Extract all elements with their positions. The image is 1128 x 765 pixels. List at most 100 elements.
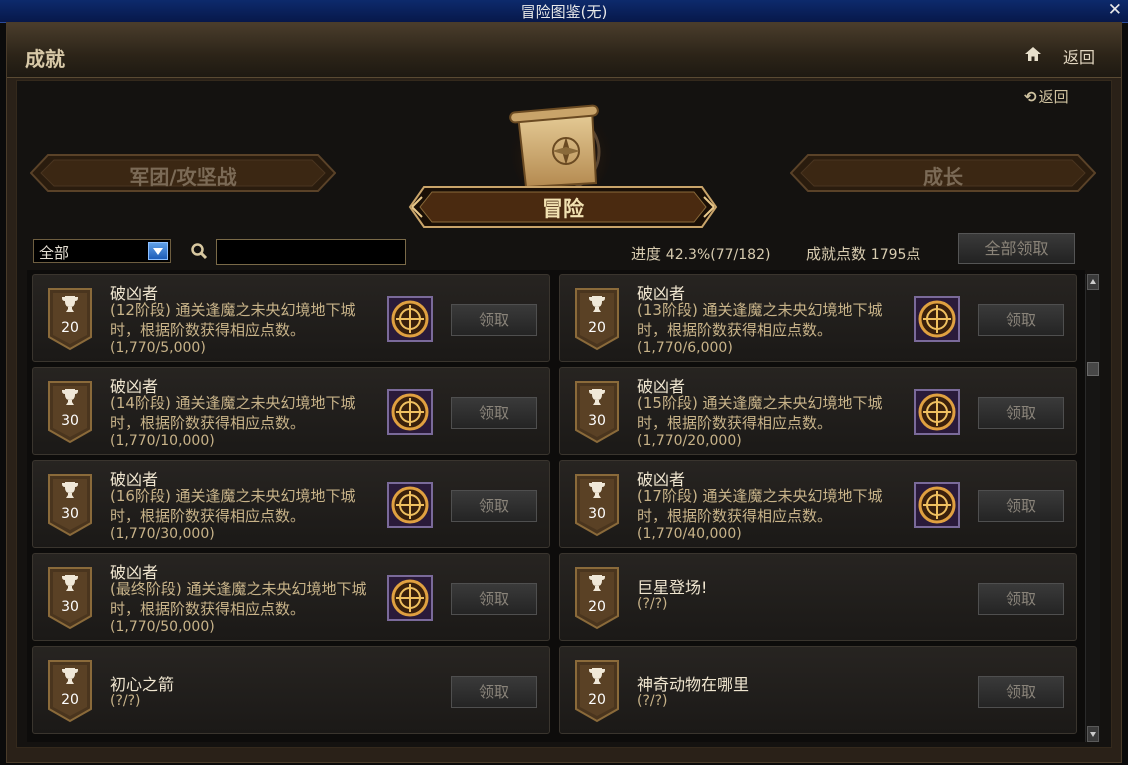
achievement-description: (16阶段) 通关逢魔之未央幻境地下城时，根据阶数获得相应点数。: [110, 487, 356, 525]
reward-emblem-icon[interactable]: [387, 575, 433, 621]
reward-emblem-icon[interactable]: [914, 296, 960, 342]
points-value: 1795点: [870, 247, 921, 263]
points-badge: 30: [574, 473, 620, 537]
trophy-icon: [589, 296, 605, 312]
achievement-name: 初心之箭: [110, 675, 175, 694]
scroll-down-icon[interactable]: [1087, 726, 1099, 742]
window-titlebar: 冒险图鉴(无) ✕: [0, 0, 1128, 23]
claim-button[interactable]: 领取: [451, 676, 537, 708]
home-icon[interactable]: [1025, 47, 1041, 61]
points-badge: 20: [47, 287, 93, 351]
points-badge: 20: [574, 287, 620, 351]
achievement-description: (最终阶段) 通关逢魔之未央幻境地下城时，根据阶数获得相应点数。: [110, 580, 367, 618]
search-icon[interactable]: [190, 242, 208, 260]
trophy-icon: [589, 575, 605, 591]
trophy-icon: [62, 296, 78, 312]
points-value: 20: [588, 320, 606, 336]
trophy-icon: [62, 575, 78, 591]
points-badge: 20: [574, 659, 620, 723]
page-title: 成就: [25, 47, 65, 71]
scroll-thumb[interactable]: [1087, 362, 1099, 376]
trophy-icon: [589, 482, 605, 498]
claim-button[interactable]: 领取: [978, 397, 1064, 429]
points-value: 20: [61, 320, 79, 336]
trophy-icon: [589, 668, 605, 684]
reward-emblem-icon[interactable]: [914, 389, 960, 435]
claim-button[interactable]: 领取: [978, 490, 1064, 522]
claim-button[interactable]: 领取: [451, 490, 537, 522]
achievement-name: 巨星登场!: [637, 578, 708, 597]
achievement-progress: (1,770/6,000): [637, 340, 733, 356]
category-dropdown-value: 全部: [39, 244, 70, 262]
tab-label: 军团/攻坚战: [129, 165, 237, 189]
tab-label: 冒险: [542, 196, 584, 221]
points-badge: 20: [574, 566, 620, 630]
achievement-progress: (1,770/50,000): [110, 619, 215, 635]
points-value: 20: [588, 599, 606, 615]
tab-adventure[interactable]: 冒险: [408, 185, 718, 229]
claim-button[interactable]: 领取: [978, 676, 1064, 708]
points-value: 20: [588, 692, 606, 708]
achievement-description: (15阶段) 通关逢魔之未央幻境地下城时，根据阶数获得相应点数。: [637, 394, 883, 432]
points-badge: 20: [47, 659, 93, 723]
header-back-button[interactable]: 返回: [1063, 44, 1095, 68]
claim-button[interactable]: 领取: [451, 397, 537, 429]
reward-emblem-icon[interactable]: [387, 296, 433, 342]
claim-button[interactable]: 领取: [451, 583, 537, 615]
achievement-card: 30 破凶者 (14阶段) 通关逢魔之未央幻境地下城时，根据阶数获得相应点数。 …: [32, 367, 550, 455]
claim-all-button[interactable]: 全部领取: [958, 233, 1075, 264]
points-value: 30: [61, 599, 79, 615]
tab-label: 成长: [923, 165, 963, 189]
achievement-progress: (1,770/10,000): [110, 433, 215, 449]
achievement-progress: (1,770/20,000): [637, 433, 742, 449]
back-arrow-icon: ⟲: [1024, 88, 1037, 106]
points-value: 30: [588, 413, 606, 429]
points-badge: 30: [574, 380, 620, 444]
achievement-progress: (?/?): [637, 693, 668, 709]
achievement-card: 20 巨星登场! (?/?) 领取: [559, 553, 1077, 641]
tab-growth[interactable]: 成长: [790, 154, 1096, 192]
claim-button[interactable]: 领取: [451, 304, 537, 336]
list-scrollbar[interactable]: [1085, 274, 1100, 742]
claim-button[interactable]: 领取: [978, 583, 1064, 615]
points-badge: 30: [47, 566, 93, 630]
reward-emblem-icon[interactable]: [387, 482, 433, 528]
achievement-list: 20 破凶者 (12阶段) 通关逢魔之未央幻境地下城时，根据阶数获得相应点数。 …: [27, 270, 1085, 742]
achievement-card: 20 破凶者 (12阶段) 通关逢魔之未央幻境地下城时，根据阶数获得相应点数。 …: [32, 274, 550, 362]
points-value: 20: [61, 692, 79, 708]
window-title: 冒险图鉴(无): [520, 3, 608, 21]
achievement-card: 30 破凶者 (最终阶段) 通关逢魔之未央幻境地下城时，根据阶数获得相应点数。 …: [32, 553, 550, 641]
achievement-card: 20 初心之箭 (?/?) 领取: [32, 646, 550, 734]
points-value: 30: [61, 413, 79, 429]
achievement-description: (17阶段) 通关逢魔之未央幻境地下城时，根据阶数获得相应点数。: [637, 487, 883, 525]
reward-emblem-icon[interactable]: [914, 482, 960, 528]
scroll-compass-icon: [509, 102, 611, 193]
dropdown-arrow-icon[interactable]: [148, 242, 168, 260]
points-value: 30: [61, 506, 79, 522]
points-value: 30: [588, 506, 606, 522]
search-input[interactable]: [216, 239, 406, 265]
category-dropdown[interactable]: 全部: [33, 239, 171, 263]
reward-emblem-icon[interactable]: [387, 389, 433, 435]
claim-button[interactable]: 领取: [978, 304, 1064, 336]
progress-readout: 进度 42.3%(77/182): [631, 243, 770, 264]
points-label: 成就点数: [806, 245, 867, 263]
close-icon[interactable]: ✕: [1108, 0, 1122, 20]
achievement-progress: (1,770/30,000): [110, 526, 215, 542]
panel-header: 成就 返回: [7, 23, 1121, 78]
achievement-name: 神奇动物在哪里: [637, 675, 750, 694]
trophy-icon: [62, 482, 78, 498]
achievement-card: 20 神奇动物在哪里 (?/?) 领取: [559, 646, 1077, 734]
achievement-card: 30 破凶者 (16阶段) 通关逢魔之未央幻境地下城时，根据阶数获得相应点数。 …: [32, 460, 550, 548]
achievement-progress: (?/?): [110, 693, 141, 709]
progress-value: 42.3%(77/182): [665, 247, 771, 263]
scroll-up-icon[interactable]: [1087, 274, 1099, 290]
points-readout: 成就点数 1795点: [806, 243, 920, 264]
tab-legion[interactable]: 军团/攻坚战: [30, 154, 336, 192]
achievement-progress: (?/?): [637, 596, 668, 612]
back-button[interactable]: ⟲ 返回: [1024, 86, 1069, 107]
achievement-progress: (1,770/5,000): [110, 340, 206, 356]
achievement-description: (12阶段) 通关逢魔之未央幻境地下城时，根据阶数获得相应点数。: [110, 301, 356, 339]
achievement-description: (14阶段) 通关逢魔之未央幻境地下城时，根据阶数获得相应点数。: [110, 394, 356, 432]
achievement-card: 30 破凶者 (17阶段) 通关逢魔之未央幻境地下城时，根据阶数获得相应点数。 …: [559, 460, 1077, 548]
